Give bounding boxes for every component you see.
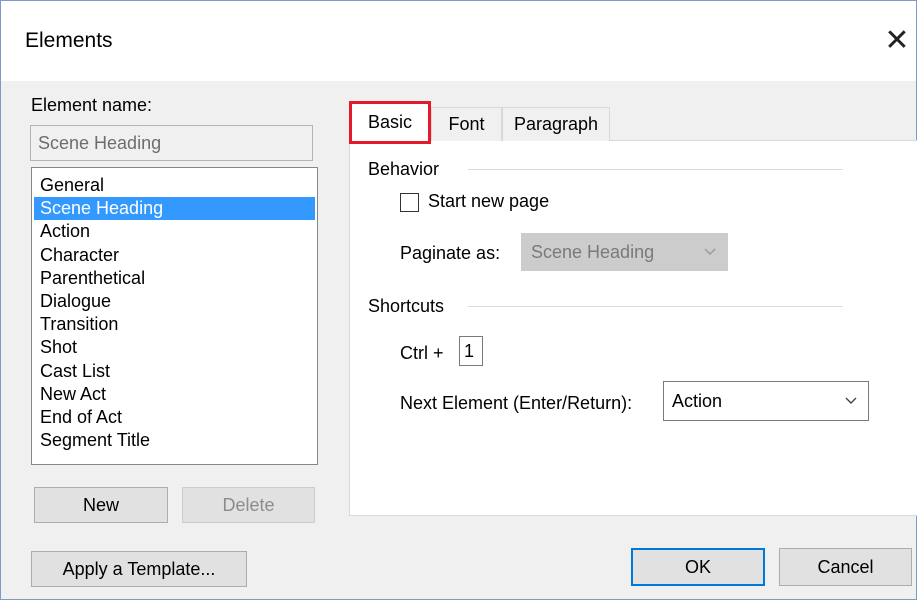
tab-paragraph[interactable]: Paragraph <box>502 107 610 141</box>
next-element-select[interactable]: Action <box>663 381 869 421</box>
list-item[interactable]: Character <box>34 244 315 267</box>
shortcuts-divider <box>468 306 843 307</box>
element-listbox[interactable]: General Scene Heading Action Character Paren… <box>31 167 318 465</box>
paginate-as-value: Scene Heading <box>531 242 655 262</box>
list-item[interactable]: Shot <box>34 336 315 359</box>
list-item[interactable]: Parenthetical <box>34 267 315 290</box>
chevron-down-icon <box>840 382 862 420</box>
ok-button[interactable]: OK <box>631 548 765 586</box>
ctrl-shortcut-field[interactable]: 1 <box>459 336 483 366</box>
dialog-title: Elements <box>25 29 113 52</box>
start-new-page-label: Start new page <box>428 191 550 211</box>
cancel-button[interactable]: Cancel <box>779 548 912 586</box>
title-bar: Elements ✕ <box>1 1 916 81</box>
elements-dialog: Elements ✕ Element name: Scene Heading G… <box>0 0 917 600</box>
delete-button[interactable]: Delete <box>182 487 315 523</box>
behavior-divider <box>468 169 843 170</box>
list-item[interactable]: Action <box>34 220 315 243</box>
behavior-group-label: Behavior <box>368 159 440 179</box>
ctrl-label: Ctrl + <box>400 343 444 363</box>
list-item[interactable]: Cast List <box>34 360 315 383</box>
tab-basic[interactable]: Basic <box>349 101 431 144</box>
list-item[interactable]: Dialogue <box>34 290 315 313</box>
close-icon[interactable]: ✕ <box>879 21 915 61</box>
element-list: General Scene Heading Action Character Paren… <box>32 174 317 452</box>
paginate-as-select[interactable]: Scene Heading <box>521 233 728 271</box>
element-name-label: Element name: <box>31 95 153 115</box>
list-item[interactable]: New Act <box>34 383 315 406</box>
shortcuts-group-label: Shortcuts <box>368 296 445 316</box>
element-name-field: Scene Heading <box>30 125 313 161</box>
next-element-label: Next Element (Enter/Return): <box>400 393 633 413</box>
new-button[interactable]: New <box>34 487 168 523</box>
start-new-page-checkbox[interactable] <box>400 193 419 212</box>
list-item[interactable]: Segment Title <box>34 429 315 452</box>
tab-font[interactable]: Font <box>431 107 502 141</box>
list-item[interactable]: General <box>34 174 315 197</box>
list-item[interactable]: Scene Heading <box>34 197 315 221</box>
chevron-down-icon <box>699 234 721 270</box>
list-item[interactable]: End of Act <box>34 406 315 429</box>
paginate-as-label: Paginate as: <box>400 243 501 263</box>
apply-template-button[interactable]: Apply a Template... <box>31 551 247 587</box>
list-item[interactable]: Transition <box>34 313 315 336</box>
next-element-value: Action <box>672 391 723 411</box>
